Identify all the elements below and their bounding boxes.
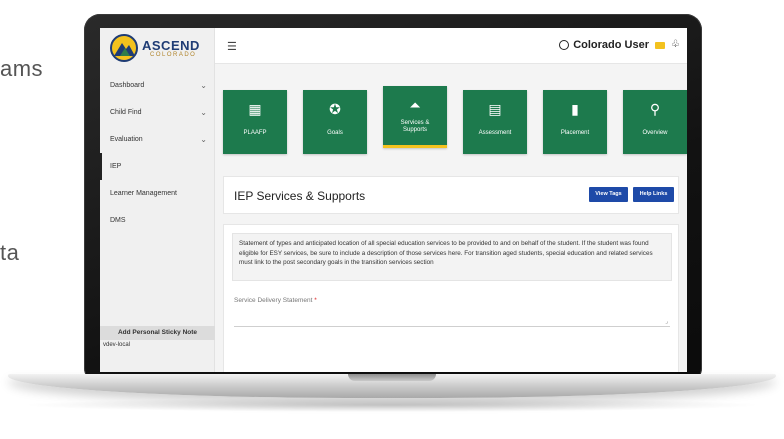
sidebar-item-label: Dashboard: [110, 82, 145, 89]
sidebar-item-child-find[interactable]: Child Find ⌄: [100, 99, 215, 126]
logo-subtitle: COLORADO: [150, 52, 197, 58]
sidebar-item-label: IEP: [110, 163, 122, 170]
service-delivery-textarea[interactable]: ⌟: [234, 309, 670, 327]
user-menu[interactable]: Colorado User: [559, 39, 649, 51]
user-name: Colorado User: [573, 39, 649, 51]
tile-placement[interactable]: ▮ Placement: [543, 90, 607, 154]
chevron-down-icon: ⌄: [200, 81, 207, 90]
hamburger-icon[interactable]: ☰: [227, 40, 237, 53]
background-text-1: ams: [0, 56, 44, 81]
tile-label: Placement: [560, 130, 590, 136]
tile-label: Services & Supports: [400, 120, 430, 133]
sidebar-item-iep[interactable]: IEP: [100, 153, 215, 180]
tile-label: PLAAFP: [243, 130, 267, 136]
background-text-2: ta: [0, 240, 20, 265]
field-label-text: Service Delivery Statement: [234, 297, 313, 304]
chevron-down-icon: ⌄: [200, 108, 207, 117]
iep-section-tiles: ▦ PLAAFP ✪ Goals ⏶ Services & Supports ▤…: [223, 86, 687, 156]
help-links-button[interactable]: Help Links: [633, 187, 674, 202]
logo-name: ASCEND: [142, 38, 200, 53]
ascend-mountain-logo-icon: [110, 34, 138, 62]
tile-services-supports[interactable]: ⏶ Services & Supports: [383, 86, 447, 148]
environment-label: vdev-local: [103, 342, 131, 348]
services-content-panel: Statement of types and anticipated locat…: [223, 224, 679, 372]
tile-label: Overview: [642, 130, 668, 136]
ascend-logo[interactable]: ASCEND COLORADO: [110, 34, 210, 66]
sidebar-nav: Dashboard ⌄ Child Find ⌄ Evaluation ⌄ IE…: [100, 72, 215, 234]
folder-icon[interactable]: [655, 42, 665, 49]
magnifier-icon: ⚲: [649, 101, 661, 117]
tile-goals[interactable]: ✪ Goals: [303, 90, 367, 154]
dashboard-grid-icon: ▦: [248, 101, 262, 117]
top-bar: ☰ Colorado User ♧: [215, 28, 687, 64]
service-delivery-label: Service Delivery Statement *: [234, 297, 317, 304]
bell-icon[interactable]: ♧: [671, 39, 680, 50]
cloche-icon: ⏶: [409, 97, 421, 113]
tile-plaafp[interactable]: ▦ PLAAFP: [223, 90, 287, 154]
sidebar: ASCEND COLORADO Dashboard ⌄ Child Find ⌄…: [100, 28, 215, 372]
sidebar-item-dashboard[interactable]: Dashboard ⌄: [100, 72, 215, 99]
page-title: IEP Services & Supports: [234, 189, 366, 203]
sidebar-item-label: Evaluation: [110, 136, 143, 143]
resize-handle-icon[interactable]: ⌟: [665, 318, 668, 325]
sidebar-item-evaluation[interactable]: Evaluation ⌄: [100, 126, 215, 153]
laptop-shadow: [20, 398, 764, 412]
view-tags-button[interactable]: View Tags: [589, 187, 628, 202]
required-marker: *: [314, 297, 317, 304]
services-header-panel: IEP Services & Supports View Tags Help L…: [223, 176, 679, 214]
add-sticky-note-button[interactable]: Add Personal Sticky Note: [100, 326, 215, 340]
tile-overview[interactable]: ⚲ Overview: [623, 90, 687, 154]
sidebar-item-label: Child Find: [110, 109, 142, 116]
book-icon: ▮: [571, 101, 579, 117]
star-badge-icon: ✪: [329, 101, 341, 117]
instruction-statement: Statement of types and anticipated locat…: [232, 233, 672, 281]
bar-chart-icon: ▤: [488, 101, 502, 117]
laptop-notch: [348, 374, 436, 381]
sidebar-item-learner-management[interactable]: Learner Management: [100, 180, 215, 207]
sidebar-item-label: DMS: [110, 217, 126, 224]
tile-assessment[interactable]: ▤ Assessment: [463, 90, 527, 154]
sidebar-item-label: Learner Management: [110, 190, 177, 197]
chevron-down-icon: ⌄: [200, 135, 207, 144]
sidebar-item-dms[interactable]: DMS: [100, 207, 215, 234]
user-icon: [559, 40, 570, 50]
logo-text: ASCEND COLORADO: [142, 38, 200, 58]
tile-label: Goals: [327, 130, 343, 136]
tile-label: Assessment: [478, 130, 512, 136]
laptop-screen: ASCEND COLORADO Dashboard ⌄ Child Find ⌄…: [100, 28, 687, 372]
